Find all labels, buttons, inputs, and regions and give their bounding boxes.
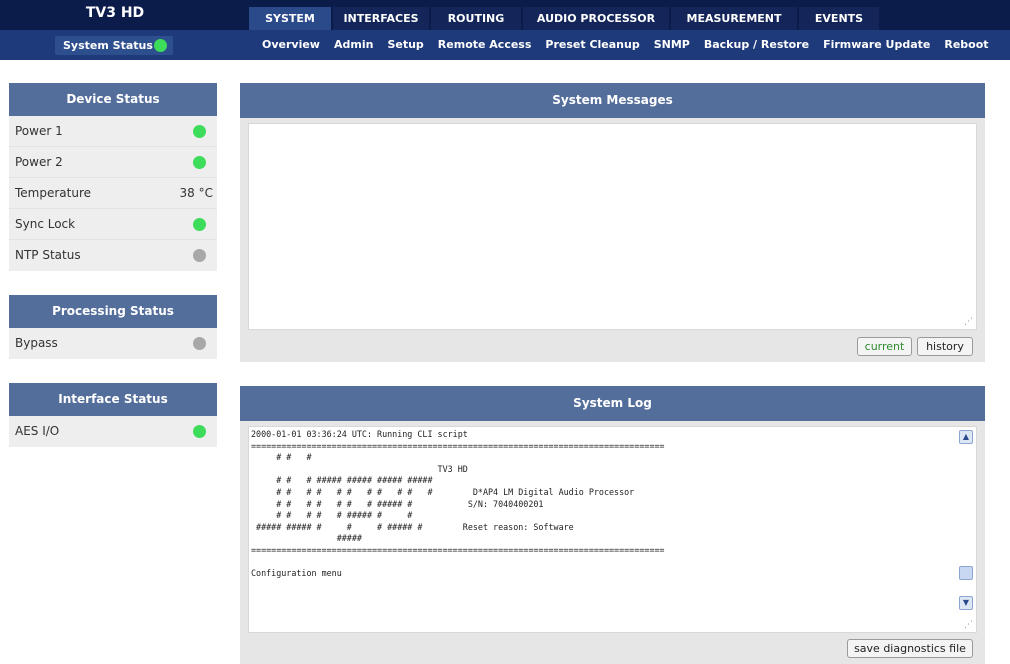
status-row-power-2: Power 2 bbox=[9, 147, 217, 178]
tab-system[interactable]: SYSTEM bbox=[249, 7, 331, 30]
status-row-power-1: Power 1 bbox=[9, 116, 217, 147]
history-button[interactable]: history bbox=[917, 337, 973, 356]
log-line: # # # bbox=[251, 452, 312, 463]
current-button[interactable]: current bbox=[857, 337, 912, 356]
subtab-remote-access[interactable]: Remote Access bbox=[438, 30, 532, 60]
scroll-down-icon[interactable]: ▼ bbox=[959, 596, 973, 610]
status-indicator-icon bbox=[193, 218, 206, 231]
system-status-label: System Status bbox=[63, 39, 153, 52]
row-label: NTP Status bbox=[15, 248, 81, 262]
status-row-ntp-status: NTP Status bbox=[9, 240, 217, 271]
status-indicator-icon bbox=[193, 425, 206, 438]
subtab-overview[interactable]: Overview bbox=[262, 30, 320, 60]
panel-title: System Messages bbox=[240, 83, 985, 118]
row-label: Power 2 bbox=[15, 155, 63, 169]
subtab-snmp[interactable]: SNMP bbox=[654, 30, 690, 60]
subtab-preset-cleanup[interactable]: Preset Cleanup bbox=[545, 30, 639, 60]
resize-grip-icon[interactable]: ⋰ bbox=[964, 620, 973, 630]
temperature-value: 38 °C bbox=[179, 186, 213, 200]
log-line: TV3 HD bbox=[251, 463, 468, 474]
tab-routing[interactable]: ROUTING bbox=[431, 7, 521, 30]
panel-title: System Log bbox=[240, 386, 985, 421]
subtab-backup-restore[interactable]: Backup / Restore bbox=[704, 30, 809, 60]
tab-audio-processor[interactable]: AUDIO PROCESSOR bbox=[523, 7, 669, 30]
subtab-reboot[interactable]: Reboot bbox=[944, 30, 988, 60]
status-row-temperature: Temperature 38 °C bbox=[9, 178, 217, 209]
processing-status-panel: Processing Status Bypass bbox=[9, 295, 217, 359]
row-label: Sync Lock bbox=[15, 217, 76, 231]
row-label: Power 1 bbox=[15, 124, 63, 138]
tab-measurement[interactable]: MEASUREMENT bbox=[671, 7, 797, 30]
system-messages-panel: System Messages ⋰ current history bbox=[240, 83, 985, 362]
scroll-up-icon[interactable]: ▲ bbox=[959, 430, 973, 444]
log-line: ========================================… bbox=[251, 440, 665, 451]
device-status-panel: Device Status Power 1 Power 2 Temperatur… bbox=[9, 83, 217, 271]
row-label: Bypass bbox=[15, 336, 58, 350]
scrollbar[interactable]: ▲ ▼ bbox=[959, 430, 973, 610]
status-indicator-icon bbox=[193, 156, 206, 169]
log-line: # # # # # # # # # # # D*AP4 LM Digital A… bbox=[251, 486, 635, 497]
log-line: 2000-01-01 03:36:24 UTC: Running CLI scr… bbox=[251, 429, 468, 439]
top-bar: TV3 HD SYSTEM INTERFACES ROUTING AUDIO P… bbox=[0, 0, 1010, 30]
log-line: Configuration menu bbox=[251, 568, 342, 579]
tab-interfaces[interactable]: INTERFACES bbox=[333, 7, 429, 30]
status-row-bypass: Bypass bbox=[9, 328, 217, 359]
status-indicator-icon bbox=[193, 125, 206, 138]
status-row-sync-lock: Sync Lock bbox=[9, 209, 217, 240]
subtab-admin[interactable]: Admin bbox=[334, 30, 373, 60]
subtab-setup[interactable]: Setup bbox=[387, 30, 423, 60]
log-line: ##### ##### # # # ##### # Reset reason: … bbox=[251, 521, 574, 532]
system-status-button[interactable]: System Status bbox=[55, 36, 173, 55]
log-line: # # # # # # # ##### # S/N: 7040400201 bbox=[251, 498, 544, 509]
tab-events[interactable]: EVENTS bbox=[799, 7, 879, 30]
status-indicator-icon bbox=[193, 249, 206, 262]
device-title: TV3 HD bbox=[85, 5, 145, 21]
log-text: 2000-01-01 03:36:24 UTC: Running CLI scr… bbox=[249, 427, 976, 580]
log-line: ========================================… bbox=[251, 544, 665, 555]
status-indicator-icon bbox=[154, 39, 167, 52]
sub-nav-tabs: Overview Admin Setup Remote Access Prese… bbox=[262, 30, 1003, 60]
scroll-thumb[interactable] bbox=[959, 566, 973, 580]
main-tabs: SYSTEM INTERFACES ROUTING AUDIO PROCESSO… bbox=[249, 7, 881, 30]
row-label: Temperature bbox=[15, 186, 92, 200]
subtab-firmware-update[interactable]: Firmware Update bbox=[823, 30, 930, 60]
status-row-aes-io: AES I/O bbox=[9, 416, 217, 447]
log-line: # # # # # ##### # # bbox=[251, 510, 413, 521]
system-messages-textarea[interactable]: ⋰ bbox=[248, 123, 977, 330]
log-line: ##### bbox=[251, 533, 362, 544]
system-log-panel: System Log 2000-01-01 03:36:24 UTC: Runn… bbox=[240, 386, 985, 664]
row-label: AES I/O bbox=[15, 424, 60, 438]
log-line: # # # ##### ##### ##### ##### bbox=[251, 475, 433, 486]
status-indicator-icon bbox=[193, 337, 206, 350]
interface-status-panel: Interface Status AES I/O bbox=[9, 383, 217, 447]
panel-title: Interface Status bbox=[9, 383, 217, 416]
panel-title: Device Status bbox=[9, 83, 217, 116]
system-log-textarea[interactable]: 2000-01-01 03:36:24 UTC: Running CLI scr… bbox=[248, 426, 977, 633]
panel-title: Processing Status bbox=[9, 295, 217, 328]
save-diagnostics-button[interactable]: save diagnostics file bbox=[847, 639, 973, 658]
resize-grip-icon[interactable]: ⋰ bbox=[964, 317, 973, 327]
